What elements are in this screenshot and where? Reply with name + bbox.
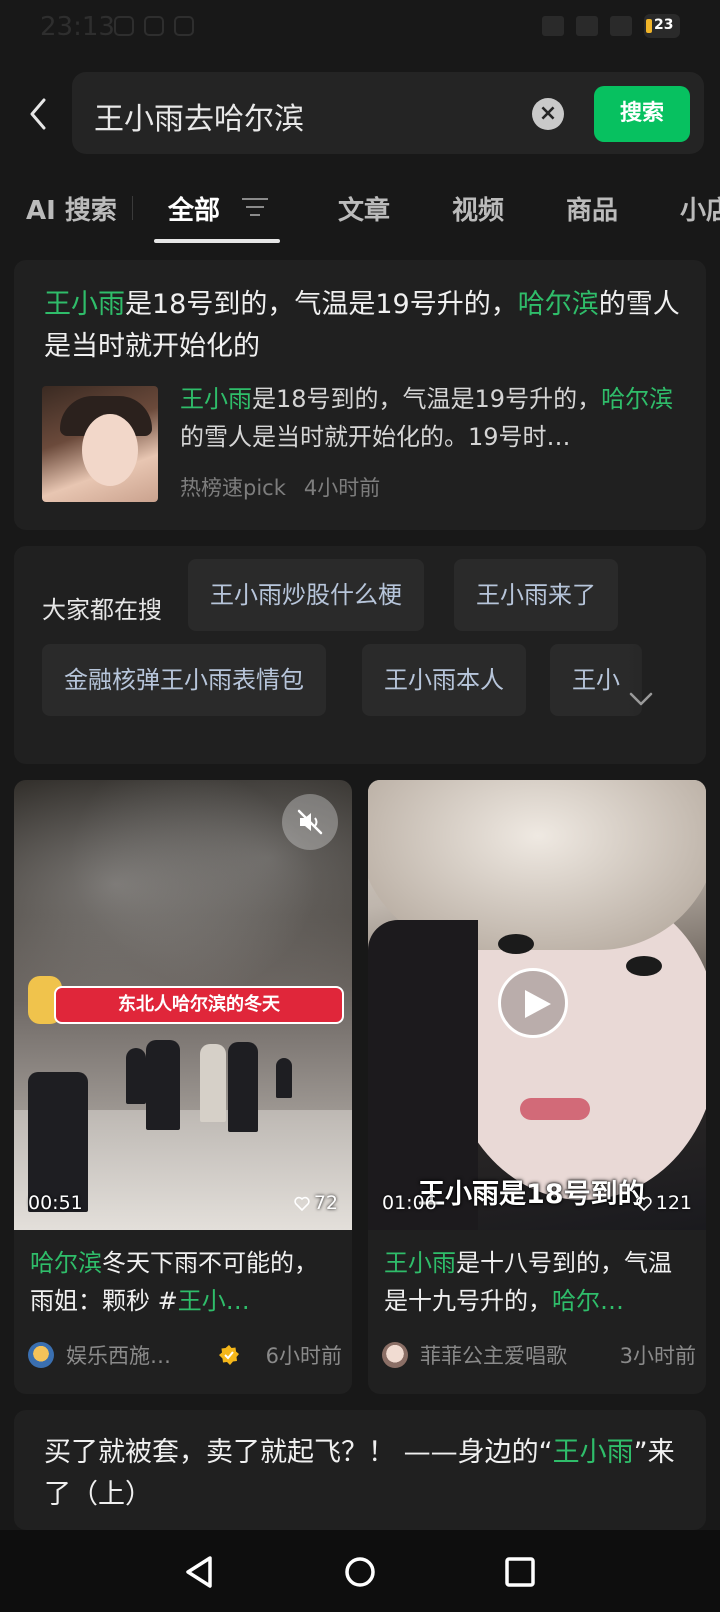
- video-thumbnail[interactable]: 东北人哈尔滨的冬天 00:51 72: [14, 780, 352, 1230]
- trending-label: 大家都在搜: [42, 596, 162, 624]
- tab-ai-search[interactable]: AI 搜索: [26, 190, 117, 227]
- system-notification-icon: [174, 16, 194, 36]
- nav-home-icon[interactable]: [338, 1550, 382, 1594]
- tab-products[interactable]: 商品: [566, 190, 618, 227]
- video-likes: 72: [294, 1192, 338, 1214]
- top-result-card[interactable]: 王小雨是18号到的，气温是19号升的，哈尔滨的雪人是当时就开始化的 王小雨是18…: [14, 260, 706, 530]
- video-meta: 娱乐西施… 6小时前: [28, 1336, 344, 1372]
- play-icon: [525, 990, 551, 1018]
- article-card[interactable]: 买了就被套，卖了就起飞？！ ——身边的“王小雨”来了（上）: [14, 1410, 706, 1530]
- publish-time: 4小时前: [303, 476, 381, 500]
- author-avatar[interactable]: [28, 1342, 54, 1368]
- video-meta: 菲菲公主爱唱歌 3小时前: [382, 1336, 698, 1372]
- nav-recents-icon[interactable]: [498, 1550, 542, 1594]
- title-text: 买了就被套，卖了就起飞？！ ——身边的“: [44, 1437, 553, 1468]
- search-input[interactable]: 王小雨去哈尔滨: [94, 94, 304, 138]
- title-highlight: 王小雨: [384, 1249, 456, 1277]
- trending-chip[interactable]: 王小雨本人: [362, 644, 526, 716]
- verified-badge-icon: [219, 1345, 239, 1365]
- snippet-highlight: 哈尔滨: [601, 385, 674, 413]
- author-avatar[interactable]: [382, 1342, 408, 1368]
- trending-searches-card: 大家都在搜 王小雨炒股什么梗 王小雨来了 金融核弹王小雨表情包 王小雨本人 王小: [14, 546, 706, 764]
- system-nav-bar: [0, 1530, 720, 1612]
- video-time: 3小时前: [619, 1344, 696, 1368]
- signal-icon: [576, 16, 598, 36]
- search-box[interactable]: 王小雨去哈尔滨 × 搜索: [72, 72, 704, 154]
- chip-fade: [626, 546, 706, 764]
- speaker-muted-icon: [297, 809, 323, 835]
- status-right: 23: [542, 14, 680, 38]
- status-time: 23:13: [40, 12, 115, 42]
- clear-search-icon[interactable]: ×: [532, 98, 564, 130]
- filter-icon[interactable]: [242, 198, 268, 220]
- chat-notification-icon: [144, 16, 164, 36]
- video-title[interactable]: 王小雨是十八号到的，气温是十九号升的，哈尔…: [384, 1244, 684, 1320]
- title-highlight: 哈尔滨: [30, 1249, 102, 1277]
- video-card[interactable]: 东北人哈尔滨的冬天 00:51 72 哈尔滨冬天下雨不可能的，雨姐：颗秒 #王小…: [14, 780, 352, 1394]
- notification-icons: [114, 16, 194, 36]
- video-likes: 121: [636, 1192, 692, 1214]
- result-tabs: AI 搜索 全部 文章 视频 商品 小店: [0, 182, 720, 244]
- play-button[interactable]: [498, 968, 568, 1038]
- video-thumbnail[interactable]: 王小雨是18号到的 01:06 121: [368, 780, 706, 1230]
- heart-icon: [636, 1196, 652, 1211]
- video-duration: 00:51: [28, 1192, 83, 1214]
- like-count: 72: [313, 1192, 338, 1214]
- tab-all[interactable]: 全部: [168, 190, 220, 227]
- nav-back-icon[interactable]: [178, 1550, 222, 1594]
- video-banner: 东北人哈尔滨的冬天: [54, 986, 344, 1024]
- title-highlight: 哈尔…: [552, 1287, 624, 1315]
- snippet-text: 是18号到的，气温是19号升的，: [252, 385, 602, 413]
- active-tab-indicator: [154, 239, 280, 243]
- snippet-text: 的雪人是当时就开始化的。19号时…: [180, 423, 571, 451]
- like-count: 121: [655, 1192, 692, 1214]
- chevron-left-icon: [30, 98, 46, 130]
- heart-icon: [294, 1196, 310, 1211]
- status-bar: 23:13 23: [0, 0, 720, 56]
- title-highlight: 王小雨: [552, 1437, 634, 1468]
- trending-chip[interactable]: 王小雨炒股什么梗: [188, 559, 424, 631]
- title-text: 是18号到的，气温是19号升的，: [125, 289, 518, 320]
- video-title[interactable]: 哈尔滨冬天下雨不可能的，雨姐：颗秒 #王小…: [30, 1244, 330, 1320]
- tab-videos[interactable]: 视频: [452, 190, 504, 227]
- video-caption: 王小雨是18号到的: [418, 1179, 645, 1210]
- tab-divider: [132, 196, 133, 220]
- title-highlight: 王小…: [177, 1287, 250, 1315]
- title-highlight: 哈尔滨: [517, 289, 599, 320]
- title-highlight: 王小雨: [44, 289, 125, 320]
- author-name[interactable]: 娱乐西施…: [66, 1340, 171, 1370]
- back-button[interactable]: [24, 94, 54, 134]
- mute-button[interactable]: [282, 794, 338, 850]
- wifi-icon: [610, 16, 632, 36]
- tab-articles[interactable]: 文章: [338, 190, 390, 227]
- search-button[interactable]: 搜索: [594, 86, 690, 142]
- trending-chip[interactable]: 金融核弹王小雨表情包: [42, 644, 326, 716]
- video-time: 6小时前: [265, 1344, 342, 1368]
- alarm-icon: [542, 16, 564, 36]
- video-duration: 01:06: [382, 1192, 437, 1214]
- app-notification-icon: [114, 16, 134, 36]
- trending-chip[interactable]: 王小雨来了: [454, 559, 618, 631]
- article-title[interactable]: 买了就被套，卖了就起飞？！ ——身边的“王小雨”来了（上）: [44, 1432, 684, 1516]
- video-card[interactable]: 王小雨是18号到的 01:06 121 王小雨是十八号到的，气温是十九号升的，哈…: [368, 780, 706, 1394]
- source-name: 热榜速pick: [180, 476, 286, 500]
- top-result-title[interactable]: 王小雨是18号到的，气温是19号升的，哈尔滨的雪人是当时就开始化的: [44, 284, 684, 368]
- expand-chevron-icon[interactable]: [626, 684, 656, 714]
- top-result-thumbnail[interactable]: [42, 386, 158, 502]
- top-result-snippet: 王小雨是18号到的，气温是19号升的，哈尔滨的雪人是当时就开始化的。19号时…: [180, 380, 680, 456]
- author-name[interactable]: 菲菲公主爱唱歌: [420, 1340, 567, 1370]
- battery-icon: 23: [644, 14, 680, 38]
- top-result-meta: 热榜速pick 4小时前: [180, 472, 398, 502]
- snippet-highlight: 王小雨: [180, 385, 252, 413]
- tab-shops[interactable]: 小店: [680, 190, 720, 227]
